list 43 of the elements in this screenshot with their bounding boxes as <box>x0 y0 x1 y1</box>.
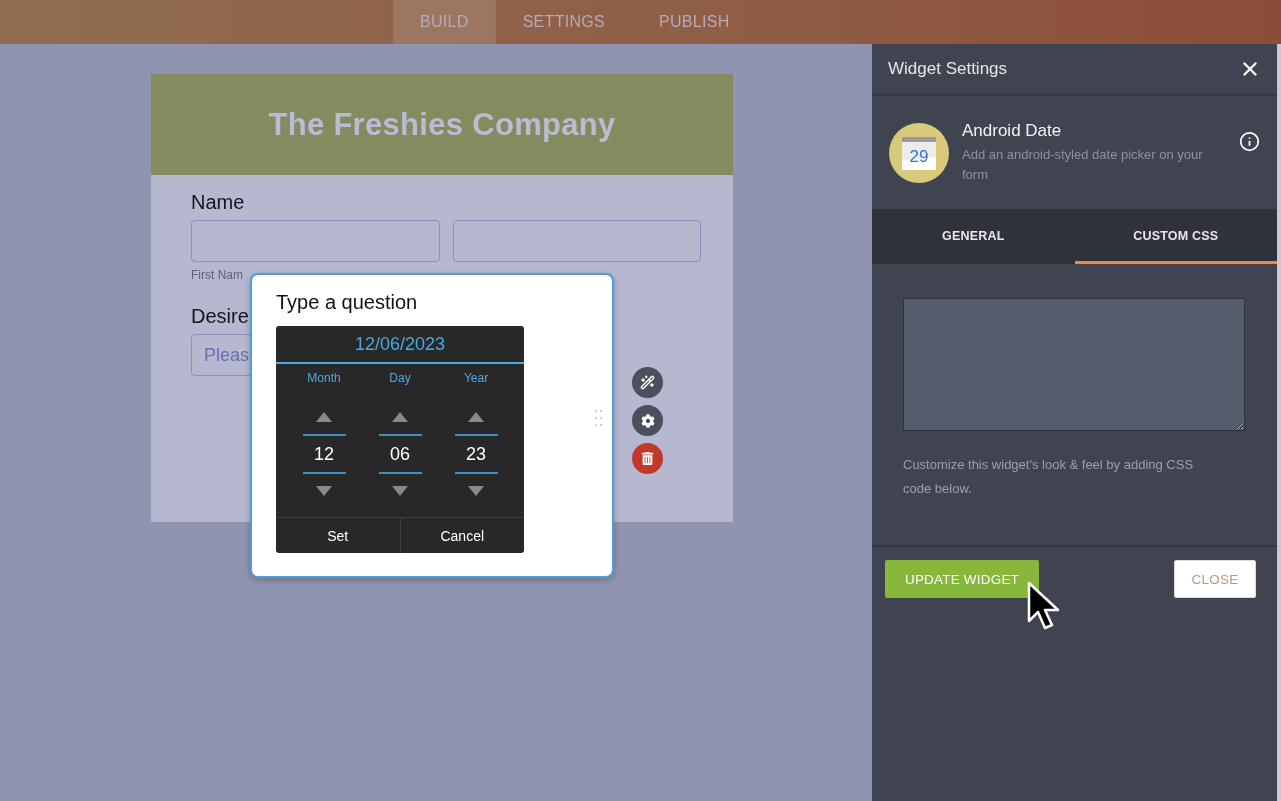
calendar-icon: 29 <box>889 122 949 183</box>
delete-button[interactable] <box>632 443 663 474</box>
input-field[interactable] <box>453 220 701 262</box>
widget-description: Add an android-styled date picker on your form <box>962 146 1204 184</box>
question-title: Type a question <box>276 290 418 314</box>
input-field[interactable] <box>191 220 440 262</box>
up-arrow-icon[interactable] <box>316 412 332 422</box>
down-arrow-icon[interactable] <box>316 486 332 496</box>
tab[interactable]: GENERAL <box>872 209 1075 264</box>
nav-tab[interactable]: PUBLISH <box>632 0 757 44</box>
field-label: Desire <box>191 304 249 328</box>
spinner-value: 06 <box>378 434 422 474</box>
settings-icon <box>640 413 655 428</box>
selected-date: 12/06/2023 <box>276 326 524 364</box>
widget-name: Android Date <box>962 120 1062 142</box>
picker-button[interactable]: Cancel <box>399 518 524 553</box>
wand-button[interactable] <box>632 367 663 398</box>
drag-handle-icon[interactable] <box>595 410 602 426</box>
update-button[interactable]: UPDATE WIDGET <box>885 560 1039 598</box>
form-title: The Freshies Company <box>268 106 616 143</box>
down-arrow-icon[interactable] <box>468 486 484 496</box>
column-label: Day <box>389 370 411 386</box>
info-icon[interactable] <box>1239 131 1260 152</box>
field-sublabel: First Nam <box>191 268 243 282</box>
css-input-field[interactable] <box>903 298 1245 431</box>
column-label: Year <box>463 370 489 386</box>
nav-tab[interactable]: BUILD <box>393 0 496 44</box>
settings-button[interactable] <box>632 405 663 436</box>
tab[interactable]: CUSTOM CSS <box>1074 209 1277 264</box>
picker-button[interactable]: Set <box>276 518 400 553</box>
magic-wand-icon <box>640 375 655 390</box>
close-button[interactable]: CLOSE <box>1174 560 1256 598</box>
trash-icon <box>641 452 654 465</box>
nav-tab[interactable]: SETTINGS <box>495 0 633 44</box>
css-hint: Customize this widget's look & feel by adding CSS code below. <box>903 456 1195 498</box>
down-arrow-icon[interactable] <box>392 486 408 496</box>
panel-title: Widget Settings <box>888 59 1008 79</box>
spinner-value: 12 <box>302 434 346 474</box>
spinner-value: 23 <box>454 434 498 474</box>
up-arrow-icon[interactable] <box>468 412 484 422</box>
field-label: Name <box>191 190 245 214</box>
up-arrow-icon[interactable] <box>392 412 408 422</box>
column-label: Month <box>307 370 341 386</box>
